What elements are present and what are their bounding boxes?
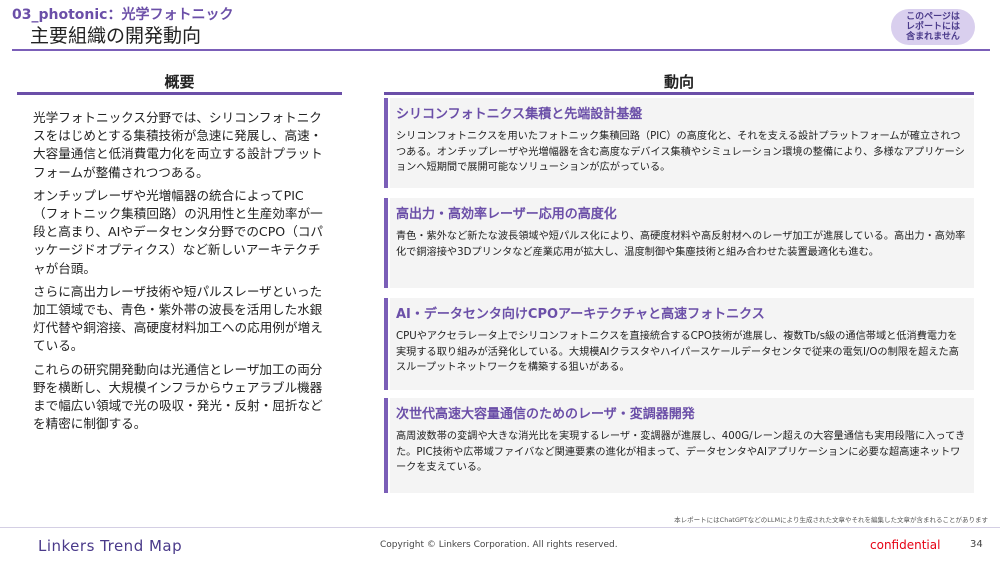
page-number: 34 xyxy=(970,539,983,550)
trend-body: シリコンフォトニクスを用いたフォトニック集積回路（PIC）の高度化と、それを支え… xyxy=(396,131,965,174)
overview-paragraph: オンチップレーザや光増幅器の統合によってPIC（フォトニック集積回路）の汎用性と… xyxy=(33,187,324,276)
report-exclusion-badge: このページは レポートには 含まれません xyxy=(891,9,975,45)
trend-body: 青色・紫外など新たな波長領域や短パルス化により、高硬度材料や高反射材へのレーザ加… xyxy=(396,231,966,258)
overview-paragraph: 光学フォトニックス分野では、シリコンフォトニクスをはじめとする集積技術が急速に発… xyxy=(33,110,323,180)
llm-disclaimer: 本レポートにはChatGPTなどのLLMにより生成された文章やそれを編集した文章… xyxy=(674,516,988,524)
trends-heading: 動向 xyxy=(663,73,694,91)
copyright: Copyright © Linkers Corporation. All rig… xyxy=(380,540,618,550)
trend-title: AI・データセンタ向けCPOアーキテクチャと高速フォトニクス xyxy=(396,307,765,322)
brand-logo: Linkers Trend Map xyxy=(38,537,183,555)
trend-body: 高周波数帯の変調や大きな消光比を実現するレーザ・変調器が進展し、400G/レーン… xyxy=(396,431,966,474)
overview-paragraph: さらに高出力レーザ技術や短パルスレーザといった加工領域でも、青色・紫外帯の波長を… xyxy=(33,283,323,354)
trend-card-accent xyxy=(384,98,388,188)
overview-text: 光学フォトニックス分野では、シリコンフォトニクスをはじめとする集積技術が急速に発… xyxy=(33,109,323,438)
trend-card: 高出力・高効率レーザー応用の高度化 青色・紫外など新たな波長領域や短パルス化によ… xyxy=(384,198,974,288)
page-title: 主要組織の開発動向 xyxy=(30,25,202,47)
trend-card: AI・データセンタ向けCPOアーキテクチャと高速フォトニクス CPUやアクセラレ… xyxy=(384,298,974,390)
trend-title: 高出力・高効率レーザー応用の高度化 xyxy=(396,207,617,222)
footer-divider xyxy=(0,527,1000,528)
trend-title: 次世代高速大容量通信のためのレーザ・変調器開発 xyxy=(396,407,695,422)
overview-heading-rule xyxy=(17,92,342,95)
title-divider xyxy=(12,49,990,51)
trend-card: シリコンフォトニクス集積と先端設計基盤 シリコンフォトニクスを用いたフォトニック… xyxy=(384,98,974,188)
trends-heading-rule xyxy=(384,92,974,95)
trend-card: 次世代高速大容量通信のためのレーザ・変調器開発 高周波数帯の変調や大きな消光比を… xyxy=(384,398,974,493)
trend-title: シリコンフォトニクス集積と先端設計基盤 xyxy=(396,107,643,122)
trend-card-accent xyxy=(384,198,388,288)
confidential-label: confidential xyxy=(870,538,941,552)
trend-body: CPUやアクセラレータ上でシリコンフォトニクスを直接統合するCPO技術が進展し、… xyxy=(396,331,959,374)
trend-card-accent xyxy=(384,298,388,390)
trend-card-accent xyxy=(384,398,388,493)
overview-heading: 概要 xyxy=(164,73,195,91)
overview-paragraph: これらの研究開発動向は光通信とレーザ加工の両分野を横断し、大規模インフラからウェ… xyxy=(33,361,323,432)
